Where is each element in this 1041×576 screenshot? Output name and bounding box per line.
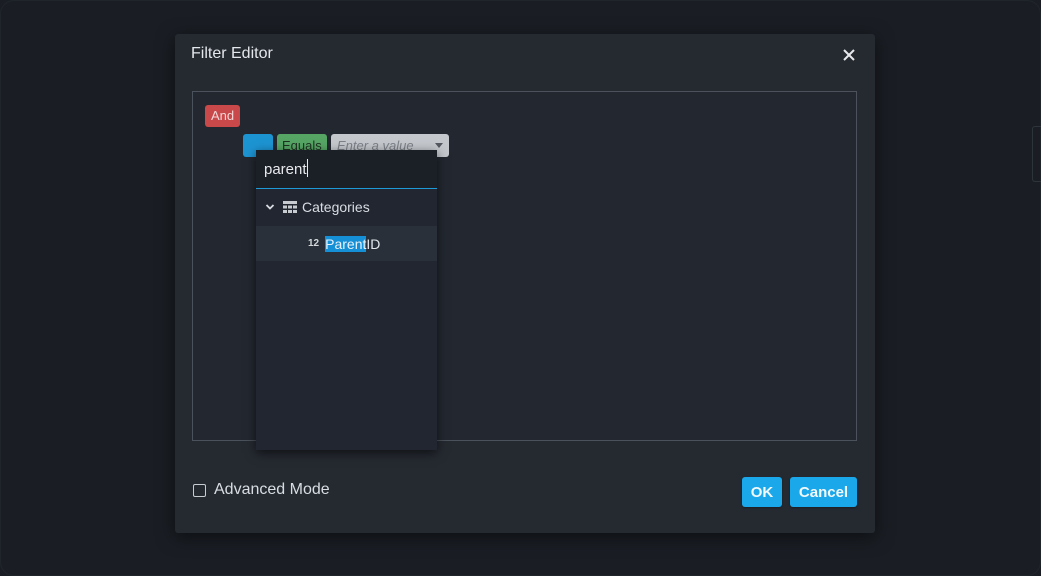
field-search-input[interactable] — [256, 150, 437, 188]
close-button[interactable] — [837, 43, 861, 67]
tree-node-categories[interactable]: Categories — [256, 190, 437, 224]
text-cursor — [307, 159, 308, 177]
cancel-button[interactable]: Cancel — [790, 477, 857, 507]
field-search-box[interactable] — [256, 150, 437, 189]
tree-item-label-rest: ID — [366, 235, 381, 252]
search-match-highlight: Parent — [325, 235, 367, 252]
advanced-mode-checkbox[interactable] — [193, 483, 206, 497]
chevron-down-icon[interactable] — [265, 202, 275, 212]
caret-down-icon[interactable] — [435, 143, 443, 148]
close-icon — [843, 49, 855, 61]
tree-item-parentid[interactable]: 12 Parent ID — [256, 226, 437, 261]
advanced-mode-label: Advanced Mode — [214, 481, 330, 498]
dialog-title: Filter Editor — [191, 45, 273, 62]
group-operator-chip[interactable]: And — [205, 105, 241, 127]
advanced-mode-toggle[interactable]: Advanced Mode — [193, 481, 330, 499]
numeric-type-icon: 12 — [308, 238, 320, 249]
field-picker-dropdown: Categories 12 ParentID — [256, 150, 437, 450]
grid-table-icon — [283, 201, 297, 213]
background-panel-edge — [1032, 126, 1041, 182]
tree-node-label: Categories — [302, 199, 370, 215]
ok-button[interactable]: OK — [742, 477, 782, 507]
